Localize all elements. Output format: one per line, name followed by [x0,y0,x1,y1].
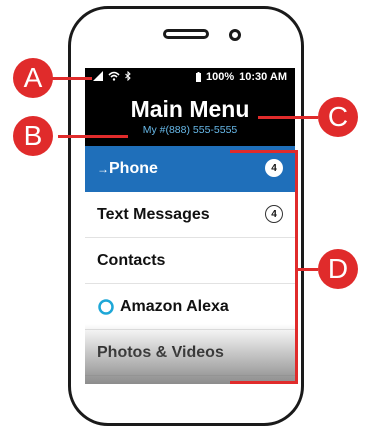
callout-d-line [296,268,318,271]
menu-item-label: Phone [109,159,158,177]
callout-a: A [13,58,53,98]
menu-item-label: Photos & Videos [97,343,224,361]
signal-icon [93,71,103,81]
status-bar: 100% 10:30 AM [85,68,295,86]
wifi-icon [108,71,120,81]
menu-item-label: Text Messages [97,205,210,223]
callout-c-line [258,116,318,119]
menu-item-label: Contacts [97,251,166,269]
callout-d: D [318,249,358,289]
battery-level: 100% [205,71,235,83]
speaker-icon [163,29,209,39]
callout-c: C [318,97,358,137]
bluetooth-icon [125,71,131,81]
callout-b: B [13,116,53,156]
callout-b-line [58,135,128,138]
status-time: 10:30 AM [239,71,287,83]
battery-icon [195,72,201,82]
camera-icon [229,29,241,41]
callout-a-line [52,77,92,80]
callout-d-bracket [230,150,298,384]
arrow-right-icon: → [97,161,109,176]
menu-item-label: Amazon Alexa [120,297,229,315]
alexa-ring-icon [98,298,114,315]
